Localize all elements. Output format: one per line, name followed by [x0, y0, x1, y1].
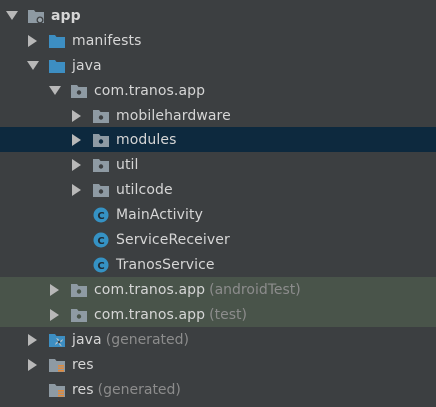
class-icon: C: [92, 257, 110, 273]
chevron-right-icon[interactable]: [70, 133, 84, 147]
tree-item-java[interactable]: java: [0, 53, 436, 78]
tree-item-mobilehardware[interactable]: mobilehardware: [0, 103, 436, 128]
chevron-down-icon[interactable]: [5, 9, 19, 23]
tree-item-label: MainActivity: [116, 206, 203, 223]
tree-item-modules[interactable]: modules: [0, 127, 436, 152]
tree-item-service-receiver[interactable]: C ServiceReceiver: [0, 227, 436, 252]
tree-item-package-test[interactable]: com.tranos.app (test): [0, 302, 436, 327]
tree-item-label: java: [72, 57, 102, 74]
chevron-down-icon[interactable]: [48, 84, 62, 98]
package-icon: [70, 83, 88, 99]
generated-folder-icon: [48, 332, 66, 348]
tree-item-label: java: [72, 331, 102, 348]
module-folder-icon: [27, 8, 45, 24]
tree-item-utilcode[interactable]: utilcode: [0, 177, 436, 202]
package-icon: [92, 157, 110, 173]
tree-item-app[interactable]: app: [0, 3, 436, 28]
tree-item-label: ServiceReceiver: [116, 231, 230, 248]
svg-text:C: C: [97, 261, 104, 272]
chevron-right-icon[interactable]: [70, 109, 84, 123]
resource-folder-icon: [48, 382, 66, 398]
package-icon: [70, 307, 88, 323]
class-icon: C: [92, 232, 110, 248]
folder-icon: [48, 58, 66, 74]
tree-item-label: util: [116, 156, 139, 173]
source-set-suffix: (androidTest): [209, 281, 301, 298]
tree-item-label: mobilehardware: [116, 107, 231, 124]
tree-item-package[interactable]: com.tranos.app: [0, 78, 436, 103]
tree-item-label: TranosService: [116, 256, 215, 273]
tree-item-package-android-test[interactable]: com.tranos.app (androidTest): [0, 277, 436, 302]
source-set-suffix: (test): [209, 306, 247, 323]
chevron-right-icon[interactable]: [26, 358, 40, 372]
tree-item-label: modules: [116, 131, 177, 148]
chevron-down-icon[interactable]: [26, 59, 40, 73]
resource-folder-icon: [48, 357, 66, 373]
package-icon: [70, 282, 88, 298]
tree-item-label: app: [51, 7, 81, 24]
chevron-right-icon[interactable]: [70, 158, 84, 172]
tree-item-res[interactable]: res: [0, 352, 436, 377]
tree-item-main-activity[interactable]: C MainActivity: [0, 202, 436, 227]
svg-text:C: C: [97, 236, 104, 247]
tree-item-manifests[interactable]: manifests: [0, 28, 436, 53]
svg-text:C: C: [97, 211, 104, 222]
chevron-right-icon[interactable]: [48, 308, 62, 322]
generated-suffix: (generated): [105, 331, 189, 348]
class-icon: C: [92, 207, 110, 223]
tree-item-res-generated[interactable]: res (generated): [0, 377, 436, 402]
chevron-right-icon[interactable]: [48, 283, 62, 297]
tree-item-label: manifests: [72, 32, 142, 49]
project-tree: app manifests java com.tranos.app mobile…: [0, 0, 436, 407]
chevron-right-icon[interactable]: [70, 183, 84, 197]
generated-suffix: (generated): [97, 381, 181, 398]
tree-item-label: com.tranos.app: [94, 82, 206, 99]
tree-item-java-generated[interactable]: java (generated): [0, 327, 436, 352]
tree-item-label: utilcode: [116, 181, 173, 198]
package-icon: [92, 108, 110, 124]
tree-item-util[interactable]: util: [0, 152, 436, 177]
tree-item-label: com.tranos.app: [94, 281, 206, 298]
chevron-right-icon[interactable]: [26, 333, 40, 347]
tree-item-label: com.tranos.app: [94, 306, 206, 323]
package-icon: [92, 132, 110, 148]
folder-icon: [48, 33, 66, 49]
chevron-right-icon[interactable]: [26, 34, 40, 48]
package-icon: [92, 182, 110, 198]
tree-item-tranos-service[interactable]: C TranosService: [0, 252, 436, 277]
tree-item-label: res: [72, 381, 94, 398]
tree-item-label: res: [72, 356, 94, 373]
